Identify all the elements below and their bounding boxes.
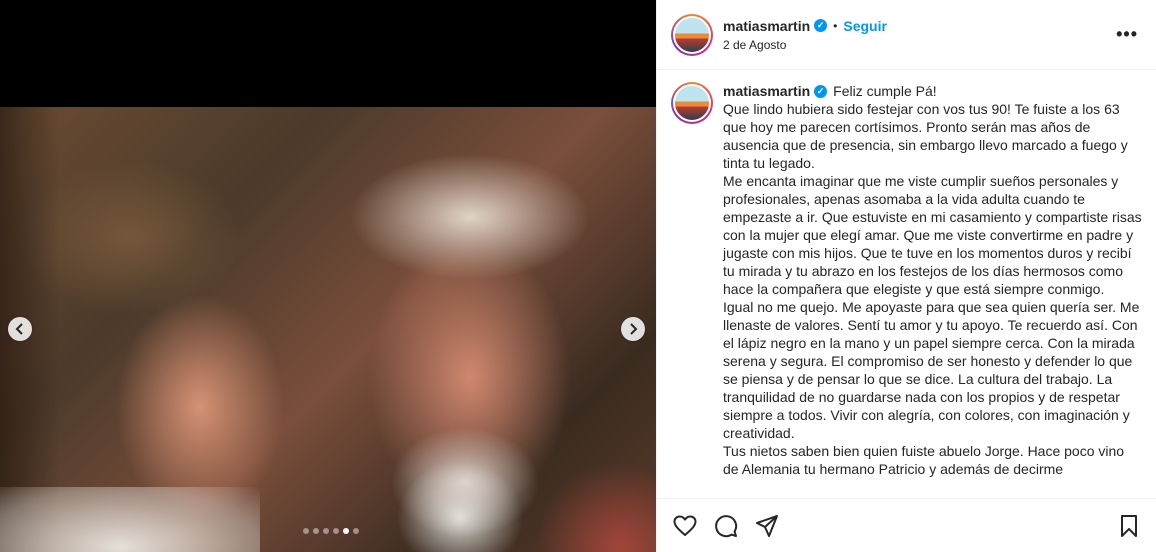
chevron-right-icon [628,323,638,335]
carousel-next-button[interactable] [621,317,645,341]
comment-icon [714,514,738,538]
bookmark-icon [1119,514,1139,538]
post-sidebar: matiasmartin ✓ • Seguir 2 de Agosto ••• … [656,0,1156,552]
post-caption: matiasmartin ✓ Feliz cumple Pá! Que lind… [671,82,1147,498]
caption-paragraph: Igual no me quejo. Me apoyaste para que … [723,299,1140,441]
post-media[interactable] [0,0,656,552]
caption-username-link[interactable]: matiasmartin [723,82,810,100]
photo-beard [390,427,540,537]
carousel-dot [353,528,359,534]
carousel-prev-button[interactable] [8,317,32,341]
more-options-icon[interactable]: ••• [1116,24,1138,45]
action-bar [657,498,1156,552]
send-icon [755,514,779,538]
caption-paragraph: Tus nietos saben bien quien fuiste abuel… [723,443,1125,477]
verified-badge-icon: ✓ [814,84,828,98]
avatar-image [673,15,711,54]
save-button[interactable] [1117,514,1141,538]
follow-button[interactable]: Seguir [843,18,887,34]
caption-avatar[interactable] [671,82,713,124]
post-photo [0,107,656,552]
carousel-dot [323,528,329,534]
avatar[interactable] [671,13,713,56]
caption-avatar-image [673,84,711,122]
header-name-row: matiasmartin ✓ • Seguir [723,18,887,34]
carousel-dot [313,528,319,534]
like-button[interactable] [673,514,697,538]
carousel-dot [333,528,339,534]
verified-badge-icon: ✓ [814,19,828,32]
post-header: matiasmartin ✓ • Seguir 2 de Agosto ••• [657,0,1156,70]
caption-body: matiasmartin ✓ Feliz cumple Pá! Que lind… [723,82,1143,498]
carousel-indicator [303,528,359,534]
heart-icon [673,515,697,537]
caption-first-line: matiasmartin ✓ Feliz cumple Pá! [723,82,1143,100]
carousel-dot [303,528,309,534]
caption-paragraph: Me encanta imaginar que me viste cumplir… [723,173,1142,297]
separator-dot: • [833,18,838,33]
post-viewer: matiasmartin ✓ • Seguir 2 de Agosto ••• … [0,0,1156,552]
post-date: 2 de Agosto [723,37,787,52]
photo-shirt [0,487,260,552]
caption-paragraph: Que lindo hubiera sido festejar con vos … [723,101,1128,171]
header-user-info: matiasmartin ✓ • Seguir 2 de Agosto [723,18,887,52]
username-link[interactable]: matiasmartin [723,18,810,34]
caption-first-text: Feliz cumple Pá! [833,83,937,99]
share-button[interactable] [755,514,779,538]
comment-button[interactable] [714,514,738,538]
carousel-dot [343,528,349,534]
chevron-left-icon [15,323,25,335]
